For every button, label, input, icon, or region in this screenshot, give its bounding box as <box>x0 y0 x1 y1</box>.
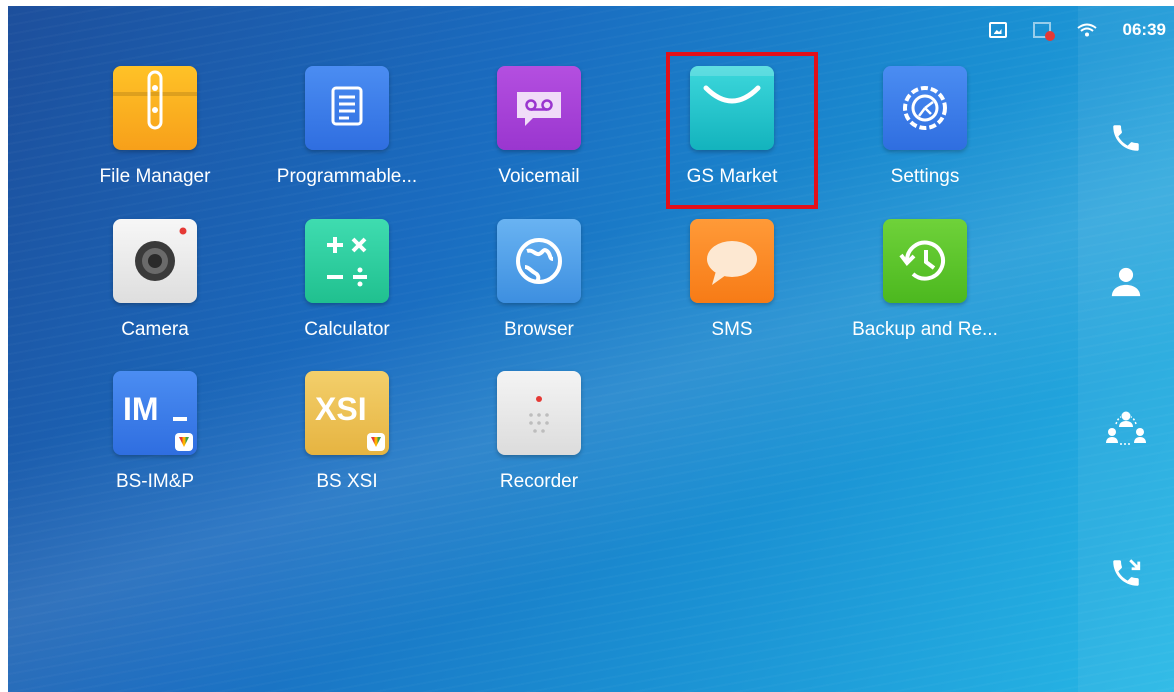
screenshot-icon <box>988 22 1007 38</box>
app-camera[interactable]: Camera <box>65 219 245 341</box>
conference-icon[interactable] <box>1104 406 1148 450</box>
app-label: File Manager <box>99 166 211 187</box>
app-bs-imp[interactable]: IM BS-IM&P <box>65 371 245 493</box>
bs-xsi-icon: XSI <box>305 371 389 455</box>
app-label: Browser <box>504 319 574 340</box>
network-error-icon <box>1032 22 1055 41</box>
app-browser[interactable]: Browser <box>449 219 629 341</box>
app-label: Calculator <box>304 319 390 340</box>
app-voicemail[interactable]: Voicemail <box>449 66 629 188</box>
app-file-manager[interactable]: File Manager <box>65 66 245 188</box>
app-label: SMS <box>711 319 753 340</box>
wifi-icon <box>1076 23 1097 37</box>
status-bar: 06:39 <box>988 20 1166 41</box>
app-label: Settings <box>890 166 960 187</box>
app-label: Programmable... <box>276 166 418 187</box>
app-label: BS XSI <box>316 471 378 492</box>
side-dock <box>1078 6 1174 692</box>
recorder-icon <box>497 371 581 455</box>
home-screen: 06:39 File Manager Programmable... Voice… <box>8 6 1174 692</box>
app-label: Recorder <box>499 471 579 492</box>
backup-restore-icon <box>883 219 967 303</box>
badge-icon <box>367 433 385 451</box>
bs-xsi-tile-text: XSI <box>315 391 367 427</box>
sms-icon <box>690 219 774 303</box>
app-sms[interactable]: SMS <box>642 219 822 341</box>
badge-icon <box>175 433 193 451</box>
app-label: BS-IM&P <box>115 471 195 492</box>
app-label: Voicemail <box>498 166 580 187</box>
app-label: Camera <box>121 319 189 340</box>
file-manager-icon <box>113 66 197 150</box>
app-bs-xsi[interactable]: XSI BS XSI <box>257 371 437 493</box>
gs-market-highlight-box <box>666 52 818 209</box>
app-calculator[interactable]: Calculator <box>257 219 437 341</box>
browser-icon <box>497 219 581 303</box>
settings-icon <box>883 66 967 150</box>
bs-imp-tile-text: IM <box>123 391 159 427</box>
app-label: Backup and Re... <box>852 319 998 340</box>
app-backup-restore[interactable]: Backup and Re... <box>835 219 1015 341</box>
call-history-icon[interactable] <box>1104 551 1148 595</box>
app-recorder[interactable]: Recorder <box>449 371 629 493</box>
app-programmable-keys[interactable]: Programmable... <box>257 66 437 188</box>
clock: 06:39 <box>1122 20 1166 39</box>
voicemail-icon <box>497 66 581 150</box>
programmable-keys-icon <box>305 66 389 150</box>
bs-imp-icon: IM <box>113 371 197 455</box>
phone-icon[interactable] <box>1104 116 1148 160</box>
calculator-icon <box>305 219 389 303</box>
app-settings[interactable]: Settings <box>835 66 1015 188</box>
camera-icon <box>113 219 197 303</box>
contacts-icon[interactable] <box>1104 260 1148 304</box>
